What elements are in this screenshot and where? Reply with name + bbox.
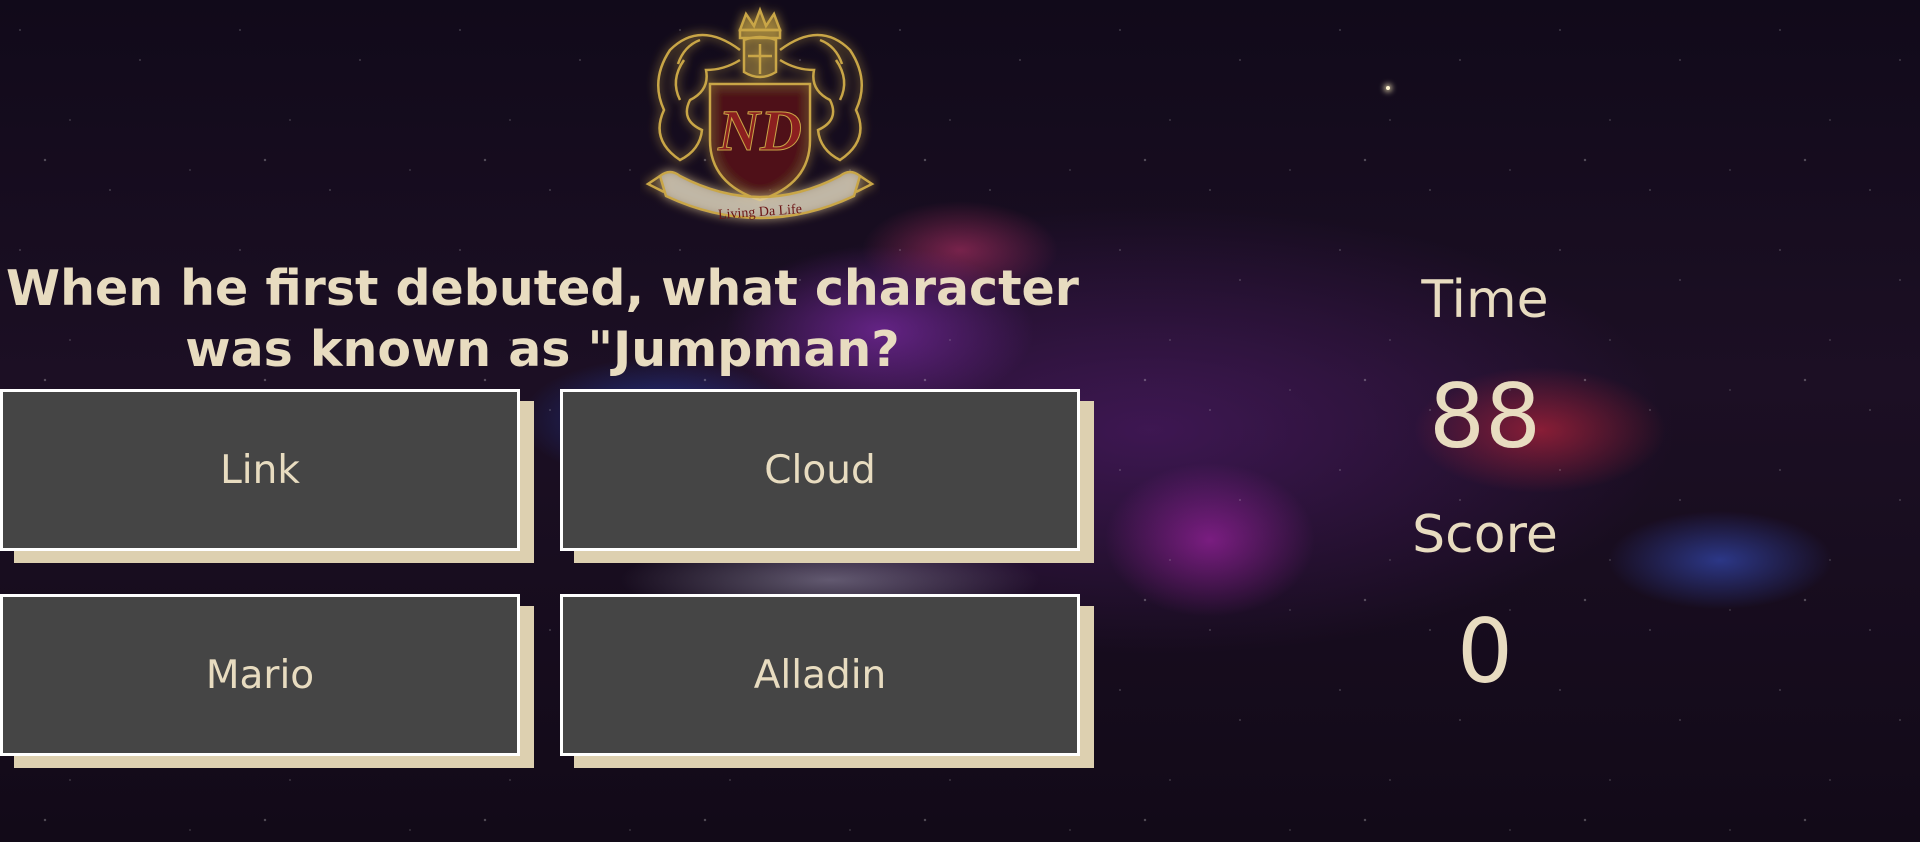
time-value: 88 [1429,365,1541,468]
score-value: 0 [1457,600,1513,703]
star-sparkle [1386,86,1390,90]
answer-button-1[interactable]: Link [0,389,520,551]
question-text: When he first debuted, what character wa… [6,260,1079,378]
answer-button-2[interactable]: Cloud [560,389,1080,551]
score-label: Score [1412,505,1558,565]
answer-button-3[interactable]: Mario [0,594,520,756]
crest-logo: ND Living Da Life [645,6,875,223]
answer-button-4[interactable]: Alladin [560,594,1080,756]
time-label: Time [1421,270,1549,330]
svg-text:ND: ND [717,98,802,163]
